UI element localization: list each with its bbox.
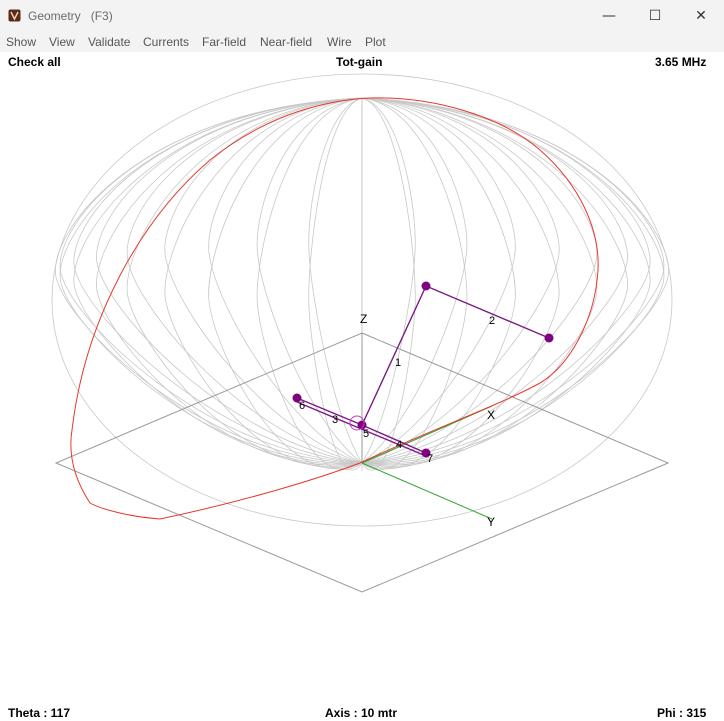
title-bar: Geometry (F3) — ☐ ✕ (0, 0, 724, 32)
window-shortcut: (F3) (90, 9, 113, 23)
menu-currents[interactable]: Currents (143, 35, 189, 49)
close-button[interactable]: ✕ (678, 0, 724, 32)
wire-node[interactable] (421, 281, 431, 291)
maximize-button[interactable]: ☐ (632, 0, 678, 32)
check-all-label[interactable]: Check all (8, 55, 61, 69)
mesh-line (361, 97, 416, 471)
wire-label: 5 (363, 428, 369, 440)
wire-label: 4 (396, 439, 402, 451)
mesh-line (361, 97, 651, 465)
mesh-line (96, 97, 363, 466)
geometry-canvas[interactable]: Z X Y 1 2 3 4 5 6 7 (0, 72, 724, 704)
menu-bar: Show View Validate Currents Far-field Ne… (0, 32, 724, 52)
mesh-line (256, 97, 363, 471)
menu-near-field[interactable]: Near-field (260, 35, 312, 49)
antenna-wires (296, 285, 550, 457)
mesh-line (361, 97, 468, 471)
plot-type-label: Tot-gain (336, 55, 383, 69)
y-axis-label: Y (487, 515, 495, 529)
menu-validate[interactable]: Validate (88, 35, 130, 49)
mesh-line (126, 97, 363, 467)
phi-readout: Phi : 315 (657, 706, 707, 720)
wire-label: 6 (299, 400, 305, 412)
mesh-line (308, 97, 363, 464)
app-icon (8, 9, 21, 22)
menu-show[interactable]: Show (6, 35, 36, 49)
wire-label: 2 (489, 315, 495, 327)
menu-far-field[interactable]: Far-field (202, 35, 246, 49)
axis-readout: Axis : 10 mtr (325, 706, 398, 720)
wire-label: 1 (395, 357, 401, 369)
z-axis-label: Z (360, 312, 367, 326)
mesh-line (208, 97, 363, 470)
geometry-plot[interactable]: Z X Y 1 2 3 4 5 6 7 (0, 72, 724, 704)
minimize-button[interactable]: — (586, 0, 632, 32)
wire-node[interactable] (544, 333, 554, 343)
x-axis-label: X (487, 408, 495, 422)
menu-plot[interactable]: Plot (365, 35, 386, 49)
window-title: Geometry (28, 9, 81, 23)
info-bar: Check all Tot-gain 3.65 MHz (0, 52, 724, 72)
menu-view[interactable]: View (49, 35, 75, 49)
frequency-label: 3.65 MHz (655, 55, 707, 69)
wire-label: 3 (332, 414, 338, 426)
theta-readout: Theta : 117 (8, 706, 71, 720)
wire-label: 7 (427, 453, 433, 465)
status-bar: Theta : 117 Axis : 10 mtr Phi : 315 (0, 704, 724, 721)
menu-wire[interactable]: Wire (327, 35, 352, 49)
mesh-line (361, 97, 651, 464)
